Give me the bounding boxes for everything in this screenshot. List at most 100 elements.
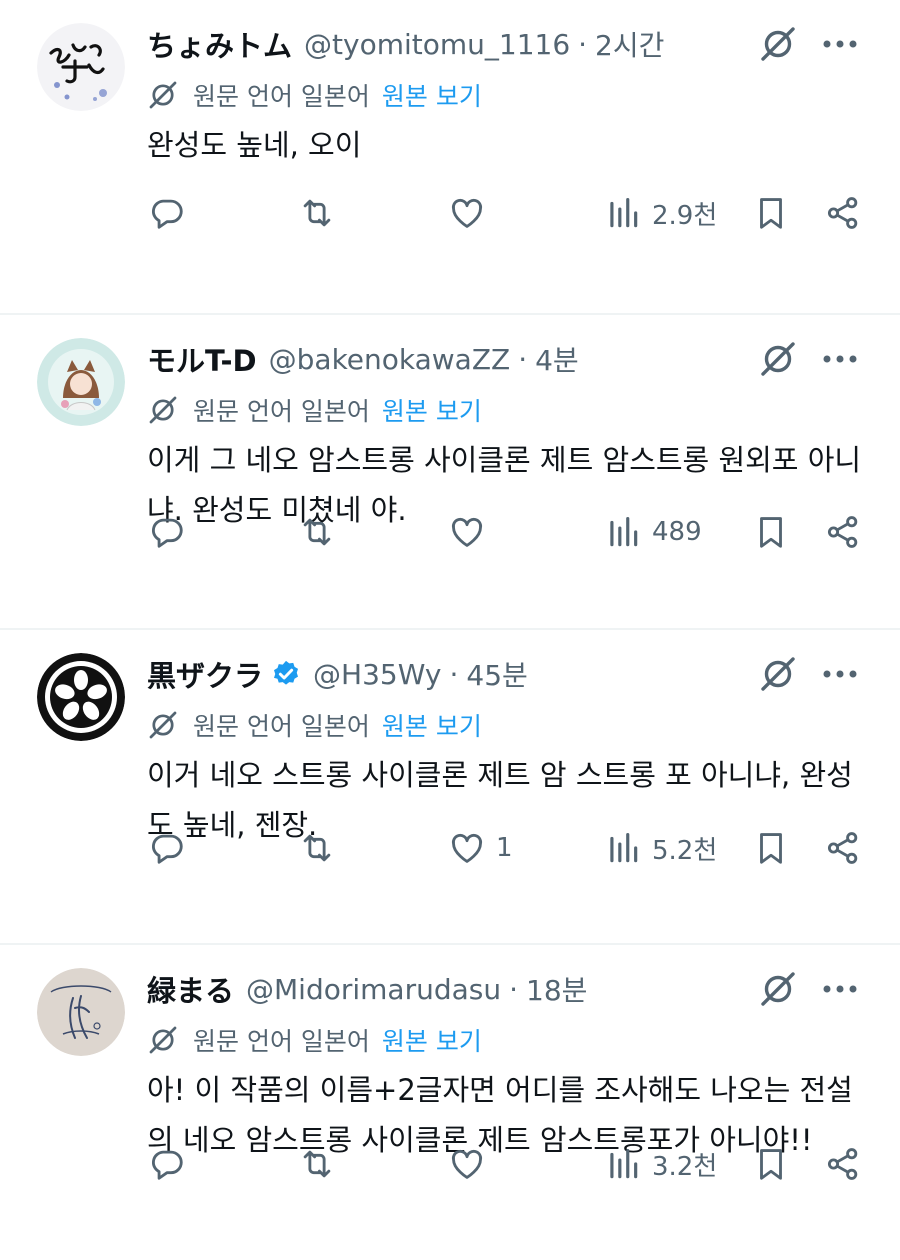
show-original-link[interactable]: 원본 보기 [382, 707, 482, 743]
retweet-icon [303, 518, 331, 546]
more-options-icon[interactable] [818, 652, 862, 696]
like-button[interactable] [448, 188, 486, 238]
translation-notice: 원문 언어 일본어 원본 보기 [147, 705, 482, 745]
grok-icon[interactable] [756, 22, 800, 66]
separator-dot: · [449, 657, 459, 691]
translation-source-label: 원문 언어 일본어 [193, 712, 370, 741]
views-icon [610, 1148, 638, 1179]
bookmark-icon [760, 517, 782, 548]
separator-dot: · [518, 342, 528, 376]
translation-source-label: 원문 언어 일본어 [193, 397, 370, 426]
tweet-header: 緑まる @Midorimarudasu · 18분 [147, 967, 740, 1011]
view-count: 2.9천 [652, 200, 718, 231]
show-original-link[interactable]: 원본 보기 [382, 392, 482, 428]
grok-icon[interactable] [756, 337, 800, 381]
bookmark-icon [760, 198, 782, 229]
views-button[interactable]: 489 [604, 507, 702, 557]
avatar-character[interactable] [37, 338, 125, 426]
reply-button[interactable] [148, 823, 186, 873]
tweet[interactable]: 黒ザクラ @H35Wy · 45분 원문 언어 일본어 원본 보기 이거 네오 … [0, 630, 900, 945]
views-icon [610, 516, 638, 547]
retweet-button[interactable] [298, 1139, 336, 1189]
bookmark-button[interactable] [752, 188, 790, 238]
timestamp[interactable]: 4분 [535, 339, 579, 379]
views-button[interactable]: 2.9천 [604, 188, 717, 238]
show-original-link[interactable]: 원본 보기 [382, 1022, 482, 1058]
translation-notice: 원문 언어 일본어 원본 보기 [147, 75, 482, 115]
reply-icon [152, 1150, 183, 1180]
display-name[interactable]: ちょみトム [147, 23, 292, 65]
display-name[interactable]: モルT-D [147, 338, 257, 380]
share-icon [827, 1148, 858, 1180]
user-handle[interactable]: @H35Wy [313, 658, 441, 691]
translation-notice: 원문 언어 일본어 원본 보기 [147, 1020, 482, 1060]
share-button[interactable] [824, 1139, 862, 1189]
heart-icon [451, 517, 483, 547]
view-count: 489 [652, 517, 702, 547]
reply-button[interactable] [148, 1139, 186, 1189]
show-original-link[interactable]: 원본 보기 [382, 77, 482, 113]
share-button[interactable] [824, 507, 862, 557]
tweet-header: 黒ザクラ @H35Wy · 45분 [147, 652, 740, 696]
translate-icon [147, 708, 181, 742]
heart-icon [451, 1149, 483, 1179]
user-handle[interactable]: @bakenokawaZZ [269, 343, 511, 376]
more-options-icon[interactable] [818, 22, 862, 66]
timestamp[interactable]: 45분 [466, 654, 527, 694]
retweet-icon [303, 199, 331, 227]
bookmark-icon [760, 1149, 782, 1180]
view-count: 3.2천 [652, 1151, 718, 1182]
share-button[interactable] [824, 188, 862, 238]
action-bar: 1 5.2천 [140, 823, 870, 873]
tweet[interactable]: ちょみトム @tyomitomu_1116 · 2시간 원문 언어 일본어 원본… [0, 0, 900, 315]
translation-notice: 원문 언어 일본어 원본 보기 [147, 390, 482, 430]
translation-source-label: 원문 언어 일본어 [193, 1027, 370, 1056]
bookmark-icon [760, 833, 782, 864]
like-button[interactable]: 1 [448, 823, 513, 873]
reply-button[interactable] [148, 507, 186, 557]
action-bar: 3.2천 [140, 1139, 870, 1189]
views-button[interactable]: 3.2천 [604, 1139, 717, 1189]
grok-icon[interactable] [756, 967, 800, 1011]
share-icon [827, 197, 858, 229]
reply-button[interactable] [148, 188, 186, 238]
heart-icon [451, 833, 483, 863]
retweet-button[interactable] [298, 188, 336, 238]
bookmark-button[interactable] [752, 507, 790, 557]
bookmark-button[interactable] [752, 823, 790, 873]
tweet[interactable]: モルT-D @bakenokawaZZ · 4분 원문 언어 일본어 원본 보기… [0, 315, 900, 630]
grok-icon[interactable] [756, 652, 800, 696]
avatar-sketch[interactable] [37, 968, 125, 1056]
like-button[interactable] [448, 507, 486, 557]
tweet-text: 완성도 높네, 오이 [147, 128, 362, 162]
retweet-button[interactable] [298, 507, 336, 557]
verified-badge-icon [271, 659, 301, 689]
tweet-header: モルT-D @bakenokawaZZ · 4분 [147, 337, 740, 381]
avatar-crest[interactable] [37, 653, 125, 741]
more-options-icon[interactable] [818, 967, 862, 1011]
view-count: 5.2천 [652, 835, 718, 866]
avatar-text[interactable] [37, 23, 125, 111]
translate-icon [147, 393, 181, 427]
user-handle[interactable]: @tyomitomu_1116 [304, 28, 570, 61]
separator-dot: · [509, 972, 519, 1006]
reply-icon [152, 518, 183, 548]
views-button[interactable]: 5.2천 [604, 823, 717, 873]
like-count: 1 [496, 833, 513, 863]
timestamp[interactable]: 18분 [526, 969, 587, 1009]
like-button[interactable] [448, 1139, 486, 1189]
bookmark-button[interactable] [752, 1139, 790, 1189]
heart-icon [451, 198, 483, 228]
display-name[interactable]: 緑まる [147, 968, 234, 1010]
views-icon [610, 197, 638, 228]
display-name[interactable]: 黒ザクラ [147, 653, 263, 695]
retweet-button[interactable] [298, 823, 336, 873]
reply-icon [152, 199, 183, 229]
share-button[interactable] [824, 823, 862, 873]
user-handle[interactable]: @Midorimarudasu [246, 973, 501, 1006]
retweet-icon [303, 1150, 331, 1178]
timestamp[interactable]: 2시간 [595, 24, 664, 64]
separator-dot: · [578, 27, 588, 61]
timeline: ちょみトム @tyomitomu_1116 · 2시간 원문 언어 일본어 원본… [0, 0, 900, 1260]
more-options-icon[interactable] [818, 337, 862, 381]
